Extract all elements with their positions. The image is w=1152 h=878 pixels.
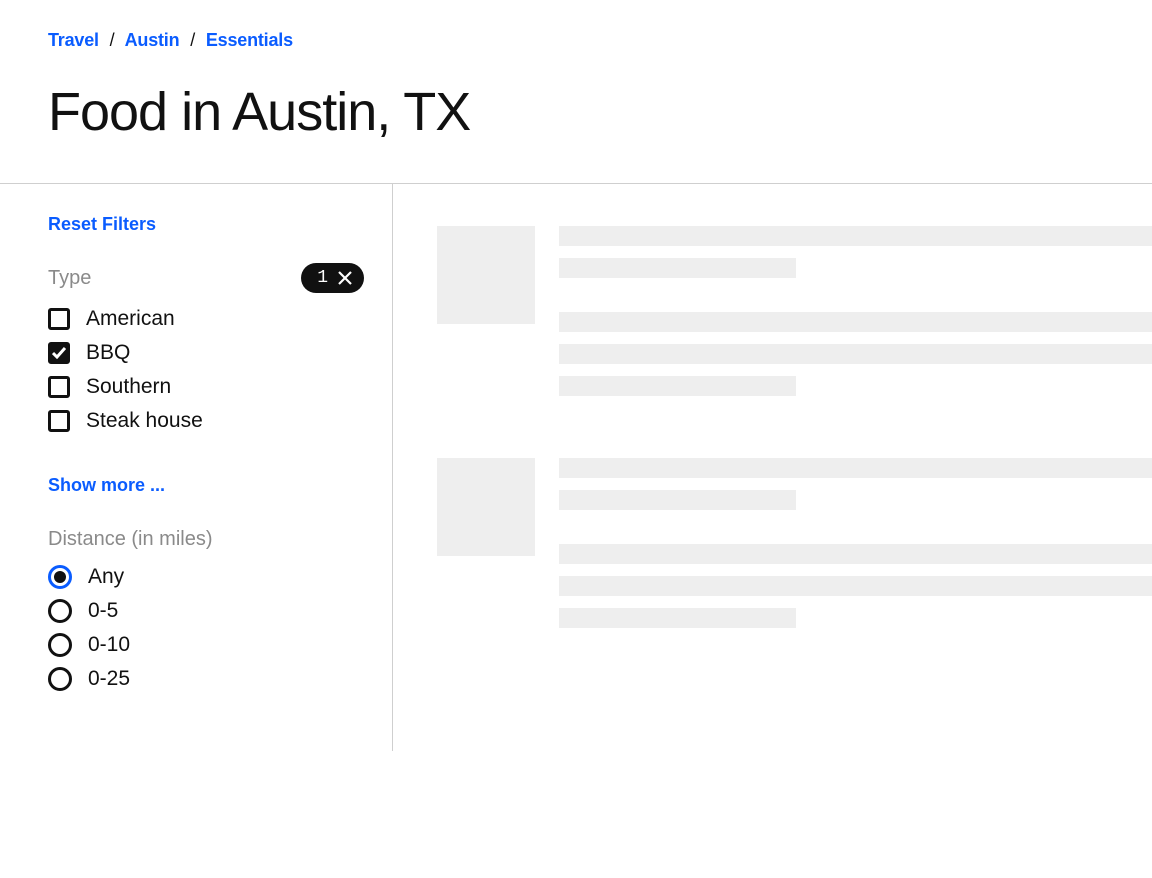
type-option-bbq[interactable]: BBQ	[48, 341, 364, 365]
checkbox-icon	[48, 308, 70, 330]
skeleton-line	[559, 376, 796, 396]
skeleton-line	[559, 576, 1152, 596]
option-label: 0-10	[88, 633, 130, 657]
option-label: Steak house	[86, 409, 203, 433]
skeleton-line	[559, 258, 796, 278]
radio-selected-icon	[48, 565, 72, 589]
active-filter-chip[interactable]: 1	[301, 263, 364, 293]
skeleton-line	[559, 344, 1152, 364]
radio-icon	[48, 633, 72, 657]
distance-option-0-5[interactable]: 0-5	[48, 599, 364, 623]
type-option-american[interactable]: American	[48, 307, 364, 331]
option-label: Southern	[86, 375, 171, 399]
option-label: 0-5	[88, 599, 118, 623]
results-area	[393, 184, 1152, 751]
checkbox-icon	[48, 410, 70, 432]
skeleton-line	[559, 608, 796, 628]
reset-filters-link[interactable]: Reset Filters	[48, 214, 156, 235]
show-more-link[interactable]: Show more ...	[48, 475, 165, 496]
torn-edge-decoration	[0, 842, 1152, 878]
option-label: 0-25	[88, 667, 130, 691]
skeleton-line	[559, 226, 1152, 246]
breadcrumb-travel[interactable]: Travel	[48, 30, 99, 50]
result-card	[437, 458, 1152, 640]
distance-option-0-25[interactable]: 0-25	[48, 667, 364, 691]
distance-filter-list: Any 0-5 0-10 0-25	[48, 565, 364, 691]
type-option-steak-house[interactable]: Steak house	[48, 409, 364, 433]
skeleton-line	[559, 544, 1152, 564]
checkbox-checked-icon	[48, 342, 70, 364]
result-thumbnail-placeholder	[437, 226, 535, 324]
distance-option-0-10[interactable]: 0-10	[48, 633, 364, 657]
type-filter-list: American BBQ Southern Steak house	[48, 307, 364, 433]
radio-icon	[48, 667, 72, 691]
type-option-southern[interactable]: Southern	[48, 375, 364, 399]
skeleton-line	[559, 312, 1152, 332]
breadcrumb-essentials[interactable]: Essentials	[206, 30, 293, 50]
filter-heading-distance: Distance (in miles)	[48, 528, 364, 551]
breadcrumb: Travel / Austin / Essentials	[48, 30, 1104, 51]
skeleton-line	[559, 490, 796, 510]
checkbox-icon	[48, 376, 70, 398]
option-label: American	[86, 307, 175, 331]
close-icon	[338, 271, 352, 285]
skeleton-line	[559, 458, 1152, 478]
filter-sidebar: Reset Filters Type 1 American BBQ	[0, 184, 393, 751]
filter-heading-type: Type	[48, 267, 91, 290]
breadcrumb-austin[interactable]: Austin	[125, 30, 180, 50]
distance-option-any[interactable]: Any	[48, 565, 364, 589]
result-thumbnail-placeholder	[437, 458, 535, 556]
option-label: BBQ	[86, 341, 130, 365]
result-card	[437, 226, 1152, 408]
breadcrumb-separator: /	[110, 30, 115, 50]
chip-count: 1	[317, 268, 328, 288]
option-label: Any	[88, 565, 124, 589]
radio-icon	[48, 599, 72, 623]
breadcrumb-separator: /	[190, 30, 195, 50]
page-title: Food in Austin, TX	[48, 81, 1104, 143]
